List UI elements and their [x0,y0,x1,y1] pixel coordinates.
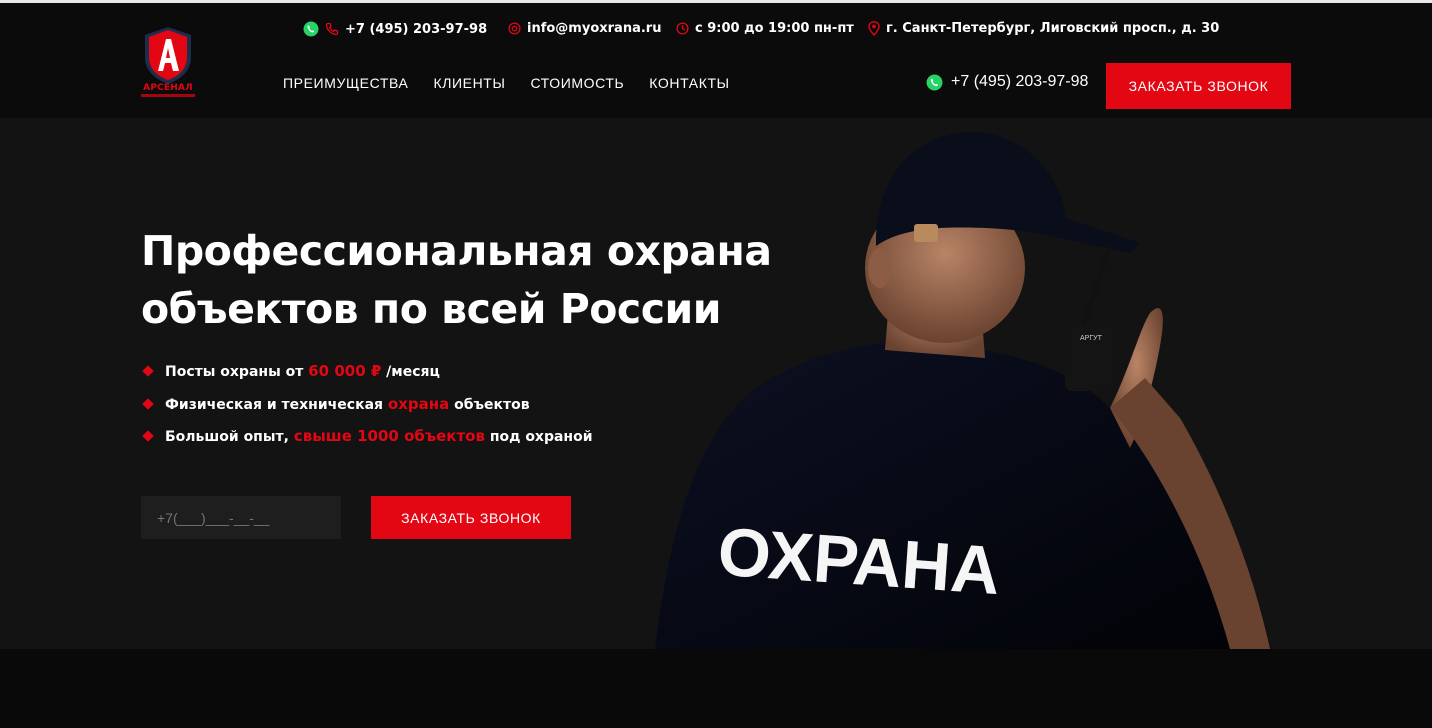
logo-tagline [141,94,195,97]
hero-title-line1: Профессиональная охрана [141,227,772,275]
hero-title-line2: объектов по всей России [141,285,722,333]
bullet-highlight: свыше 1000 объектов [293,427,485,445]
topbar-address-text: г. Санкт-Петербург, Лиговский просп., д.… [886,21,1220,36]
hero-section: АРГУТ ОХРАНА Профессиональная охрана объ… [0,118,1432,649]
bullet-highlight: 60 000 ₽ [308,362,382,380]
next-section [0,649,1432,728]
nav-item-contacts[interactable]: КОНТАКТЫ [649,75,729,91]
phone-icon [325,22,339,36]
shield-logo-icon [145,27,191,84]
header-phone-text: +7 (495) 203-97-98 [951,73,1089,90]
bullet-text: под охраной [484,429,593,445]
map-pin-icon [868,21,880,36]
bullet-highlight: охрана [387,394,450,413]
topbar-address: г. Санкт-Петербург, Лиговский просп., д.… [868,21,1219,36]
bullet-text: Посты охраны от [165,364,309,380]
bullet-text: объектов [449,396,530,413]
header-callback-button[interactable]: ЗАКАЗАТЬ ЗВОНОК [1106,63,1291,109]
hero-bullets: Посты охраны от 60 000 ₽ /месяц Физическ… [141,362,593,460]
header-phone[interactable]: +7 (495) 203-97-98 [926,73,1088,91]
nav-item-pricing[interactable]: СТОИМОСТЬ [530,75,624,91]
topbar-hours-text: с 9:00 до 19:00 пн-пт [695,21,854,36]
whatsapp-icon[interactable] [926,74,943,91]
bullet-text: /месяц [381,364,440,380]
diamond-bullet-icon [142,365,154,377]
phone-input[interactable] [141,496,341,539]
topbar-phone[interactable]: +7 (495) 203-97-98 [303,21,487,37]
nav-item-advantages[interactable]: ПРЕИМУЩЕСТВА [283,75,408,91]
logo-text: АРСЕНАЛ [143,83,193,93]
site-header: АРСЕНАЛ +7 (495) 203-97-98 info@myoxrana… [0,3,1432,118]
radio-brand-text: АРГУТ [1080,335,1103,342]
clock-icon [676,22,689,35]
logo[interactable]: АРСЕНАЛ [141,27,195,99]
bullet-text: Физическая и техническая [165,396,388,413]
topbar-email[interactable]: info@myoxrana.ru [508,21,661,36]
bullet-text: Большой опыт, [165,429,294,445]
hero-callback-button[interactable]: ЗАКАЗАТЬ ЗВОНОК [371,496,571,539]
security-guard-image: АРГУТ ОХРАНА [655,132,1270,649]
list-item: Большой опыт, свыше 1000 объектов под ох… [141,427,593,460]
main-nav: ПРЕИМУЩЕСТВА КЛИЕНТЫ СТОИМОСТЬ КОНТАКТЫ [283,75,730,91]
whatsapp-icon[interactable] [303,21,319,37]
topbar-phone-text: +7 (495) 203-97-98 [345,21,488,37]
nav-item-clients[interactable]: КЛИЕНТЫ [433,75,505,91]
list-item: Физическая и техническая охрана объектов [141,395,593,428]
at-icon [508,22,521,35]
list-item: Посты охраны от 60 000 ₽ /месяц [141,362,593,395]
topbar-email-text: info@myoxrana.ru [527,21,662,36]
hero-title: Профессиональная охрана объектов по всей… [141,222,781,338]
diamond-bullet-icon [142,397,154,410]
diamond-bullet-icon [142,430,154,442]
topbar-hours: с 9:00 до 19:00 пн-пт [676,21,854,36]
